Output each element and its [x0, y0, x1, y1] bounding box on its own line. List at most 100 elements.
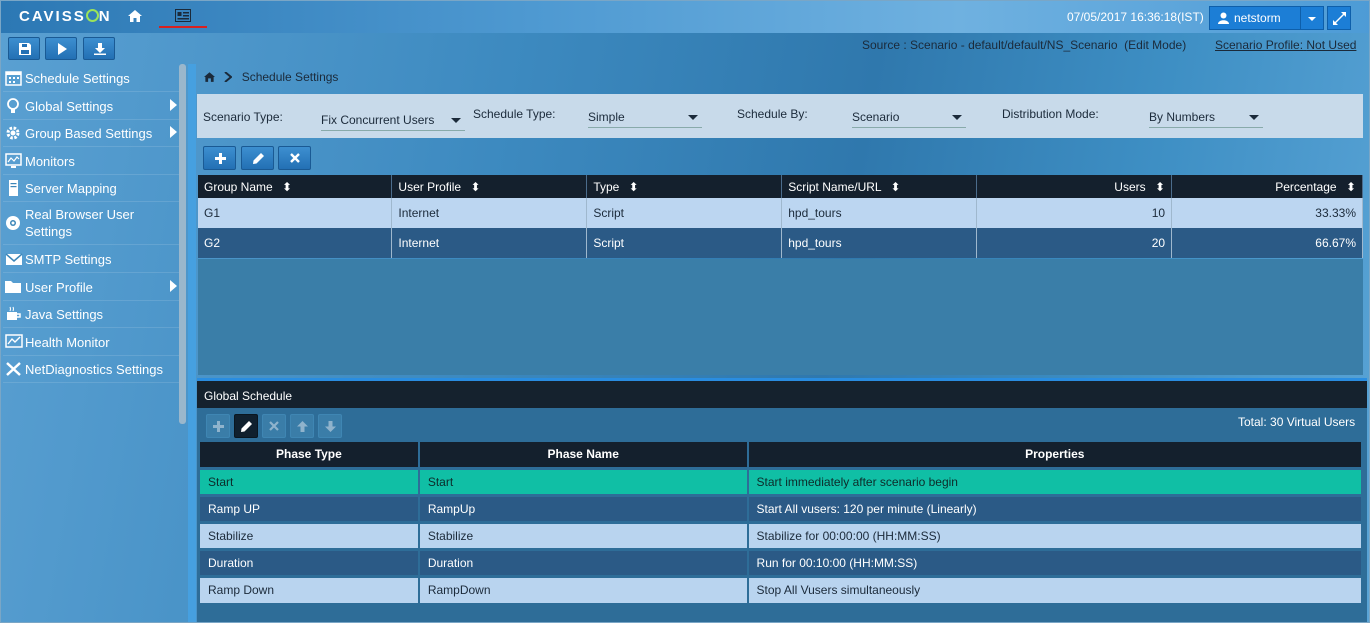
chevron-down-icon — [688, 115, 698, 120]
table-row[interactable]: G2 Internet Script hpd_tours 20 66.67% — [198, 228, 1363, 258]
table-row[interactable]: Ramp Down RampDown Stop All Vusers simul… — [200, 574, 1364, 603]
move-phase-up-button[interactable] — [290, 414, 314, 438]
sidebar-scrollbar[interactable] — [179, 64, 186, 424]
users-cell: 20 — [976, 228, 1173, 258]
plus-icon — [215, 153, 226, 164]
group-table-header: Group Name ⬍ User Profile ⬍ Type ⬍ Scrip… — [198, 175, 1363, 198]
schedule-type-label: Schedule Type: — [473, 107, 556, 121]
sidebar-item-server-mapping[interactable]: Server Mapping — [3, 175, 179, 202]
user-dropdown-toggle[interactable] — [1300, 6, 1324, 30]
folder-icon — [5, 281, 21, 293]
sidebar-item-user-profile[interactable]: User Profile — [3, 273, 179, 301]
phase-type-cell: Ramp Down — [200, 574, 420, 603]
chevron-down-icon — [952, 115, 962, 120]
column-header-phase-type: Phase Type — [200, 442, 420, 468]
home-icon[interactable] — [204, 72, 215, 82]
schedule-by-select[interactable]: Scenario — [852, 104, 966, 128]
sidebar-item-label: NetDiagnostics Settings — [25, 362, 164, 377]
sidebar-item-schedule-settings[interactable]: Schedule Settings — [3, 64, 179, 92]
add-phase-button[interactable] — [206, 414, 230, 438]
sidebar-item-smtp-settings[interactable]: SMTP Settings — [3, 245, 179, 273]
sidebar-item-java-settings[interactable]: Java Settings — [3, 301, 179, 328]
home-icon[interactable] — [127, 8, 143, 24]
chevron-down-icon — [451, 118, 461, 123]
mail-icon — [5, 253, 23, 265]
profile-value: Not Used — [1306, 38, 1357, 52]
column-header-group-name[interactable]: Group Name ⬍ — [198, 175, 393, 198]
sidebar-item-label: Health Monitor — [25, 335, 110, 350]
delete-group-button[interactable] — [278, 146, 311, 170]
schedule-by-label: Schedule By: — [737, 107, 808, 121]
schedule-by-value: Scenario — [852, 110, 900, 124]
table-row[interactable]: Duration Duration Run for 00:10:00 (HH:M… — [200, 547, 1364, 576]
sidebar-item-global-settings[interactable]: Global Settings — [3, 92, 179, 120]
schedule-type-select[interactable]: Simple — [588, 104, 702, 128]
scenario-profile[interactable]: Scenario Profile: Not Used — [1215, 38, 1356, 52]
schedule-filter-bar: Scenario Type: Fix Concurrent Users Sche… — [197, 94, 1363, 138]
distribution-mode-label: Distribution Mode: — [1002, 107, 1099, 121]
edit-mode-label: (Edit Mode) — [1124, 38, 1187, 52]
save-button[interactable] — [8, 37, 40, 60]
source-prefix: Source : Scenario - — [862, 38, 969, 52]
group-name-cell: G2 — [198, 228, 393, 258]
table-row[interactable]: G1 Internet Script hpd_tours 10 33.33% — [198, 198, 1363, 228]
column-header-type[interactable]: Type ⬍ — [586, 175, 783, 198]
pencil-icon — [241, 421, 252, 432]
chevron-right-icon — [170, 99, 177, 111]
scenario-type-value: Fix Concurrent Users — [321, 113, 435, 127]
fullscreen-button[interactable] — [1327, 6, 1351, 30]
sort-icon: ⬍ — [1345, 179, 1356, 194]
browser-icon — [6, 216, 20, 230]
sidebar-item-label: Monitors — [25, 154, 75, 169]
phase-type-cell: Duration — [200, 547, 420, 576]
phase-type-cell: Ramp UP — [200, 493, 420, 522]
pencil-icon — [253, 153, 264, 164]
distribution-mode-select[interactable]: By Numbers — [1149, 104, 1263, 128]
column-header-user-profile[interactable]: User Profile ⬍ — [391, 175, 588, 198]
sidebar-item-health-monitor[interactable]: Health Monitor — [3, 328, 179, 356]
sidebar-item-label: User Profile — [25, 280, 93, 295]
arrow-down-icon — [325, 421, 336, 432]
sidebar-item-label: Group Based Settings — [25, 126, 153, 141]
column-header-phase-name: Phase Name — [418, 442, 749, 468]
scenario-tab[interactable] — [159, 5, 207, 28]
user-menu-button[interactable]: netstorm — [1209, 6, 1301, 30]
sidebar-item-real-browser-user-settings[interactable]: Real Browser User Settings — [3, 202, 179, 245]
table-row[interactable]: Ramp UP RampUp Start All vusers: 120 per… — [200, 493, 1364, 522]
phase-name-cell: Stabilize — [418, 520, 749, 549]
close-icon — [290, 153, 300, 163]
sidebar-item-group-based-settings[interactable]: Group Based Settings — [3, 120, 179, 147]
sort-icon: ⬍ — [1154, 179, 1166, 194]
chevron-right-icon — [170, 280, 177, 292]
phase-name-cell: RampUp — [418, 493, 749, 522]
add-group-button[interactable] — [203, 146, 236, 170]
run-button[interactable] — [45, 37, 77, 60]
sidebar-item-label: Global Settings — [25, 99, 114, 114]
edit-group-button[interactable] — [241, 146, 274, 170]
download-button[interactable] — [83, 37, 115, 60]
scenario-type-select[interactable]: Fix Concurrent Users — [321, 107, 465, 131]
id-card-icon — [175, 9, 191, 22]
column-header-percentage[interactable]: Percentage ⬍ — [1171, 175, 1363, 198]
percentage-cell: 66.67% — [1171, 228, 1363, 258]
move-phase-down-button[interactable] — [318, 414, 342, 438]
monitor-icon — [5, 153, 22, 168]
scenario-type-label: Scenario Type: — [203, 110, 283, 124]
phase-name-cell: RampDown — [418, 574, 749, 603]
column-header-properties: Properties — [747, 442, 1364, 468]
sidebar-item-netdiagnostics-settings[interactable]: NetDiagnostics Settings — [3, 356, 179, 383]
sort-icon: ⬍ — [890, 179, 901, 194]
schedule-type-value: Simple — [588, 110, 625, 124]
sort-icon: ⬍ — [628, 179, 639, 194]
column-header-users[interactable]: Users ⬍ — [976, 175, 1173, 198]
sidebar: Schedule Settings Global Settings Group … — [3, 64, 181, 622]
bulb-icon — [7, 98, 19, 113]
table-row[interactable]: Start Start Start immediately after scen… — [200, 466, 1364, 495]
sidebar-item-monitors[interactable]: Monitors — [3, 147, 179, 175]
edit-phase-button[interactable] — [234, 414, 258, 438]
table-row[interactable]: Stabilize Stabilize Stabilize for 00:00:… — [200, 520, 1364, 549]
user-profile-cell: Internet — [391, 198, 588, 228]
scenario-source: Source : Scenario - default/default/NS_S… — [862, 38, 1186, 52]
delete-phase-button[interactable] — [262, 414, 286, 438]
column-header-script-name[interactable]: Script Name/URL ⬍ — [781, 175, 978, 198]
